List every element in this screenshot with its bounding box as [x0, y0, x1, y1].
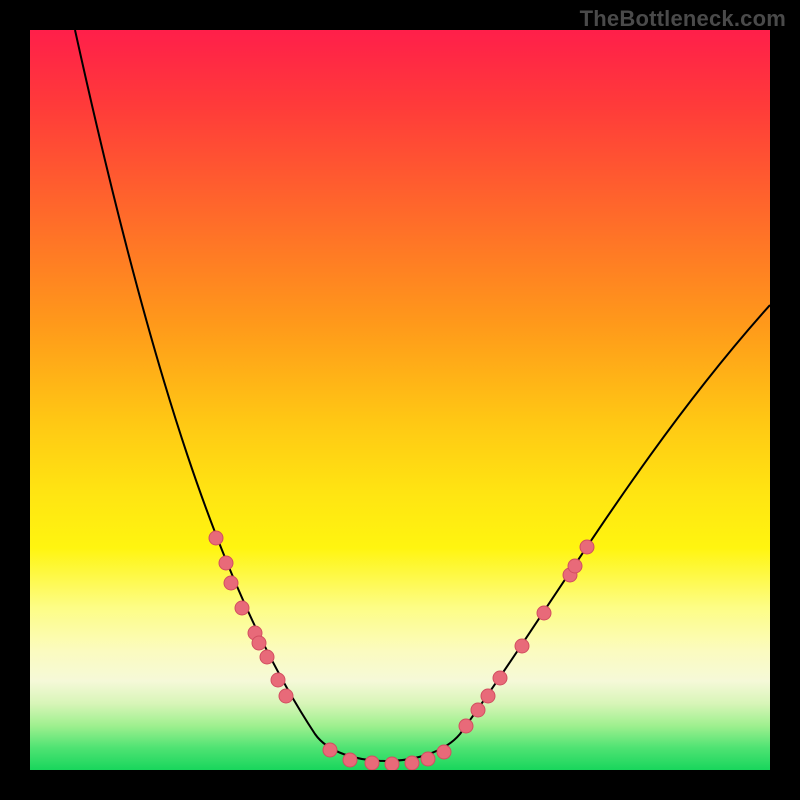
chart-frame: TheBottleneck.com	[0, 0, 800, 800]
dot-bottom	[421, 752, 435, 766]
dot-left	[224, 576, 238, 590]
dot-left	[209, 531, 223, 545]
dot-right	[493, 671, 507, 685]
dot-right	[459, 719, 473, 733]
dot-right	[481, 689, 495, 703]
dot-right	[515, 639, 529, 653]
plot-area	[30, 30, 770, 770]
dot-bottom	[343, 753, 357, 767]
watermark-text: TheBottleneck.com	[580, 6, 786, 32]
dot-left	[219, 556, 233, 570]
curve-svg	[30, 30, 770, 770]
dot-left	[271, 673, 285, 687]
dot-bottom	[385, 757, 399, 770]
dot-bottom	[323, 743, 337, 757]
dot-bottom	[437, 745, 451, 759]
dot-left	[235, 601, 249, 615]
bottleneck-curve-path	[75, 30, 770, 761]
dot-left	[260, 650, 274, 664]
dot-right	[471, 703, 485, 717]
dot-bottom	[405, 756, 419, 770]
dot-right	[537, 606, 551, 620]
dot-left	[279, 689, 293, 703]
dot-bottom	[365, 756, 379, 770]
dot-left	[252, 636, 266, 650]
dot-right	[568, 559, 582, 573]
dot-right	[580, 540, 594, 554]
